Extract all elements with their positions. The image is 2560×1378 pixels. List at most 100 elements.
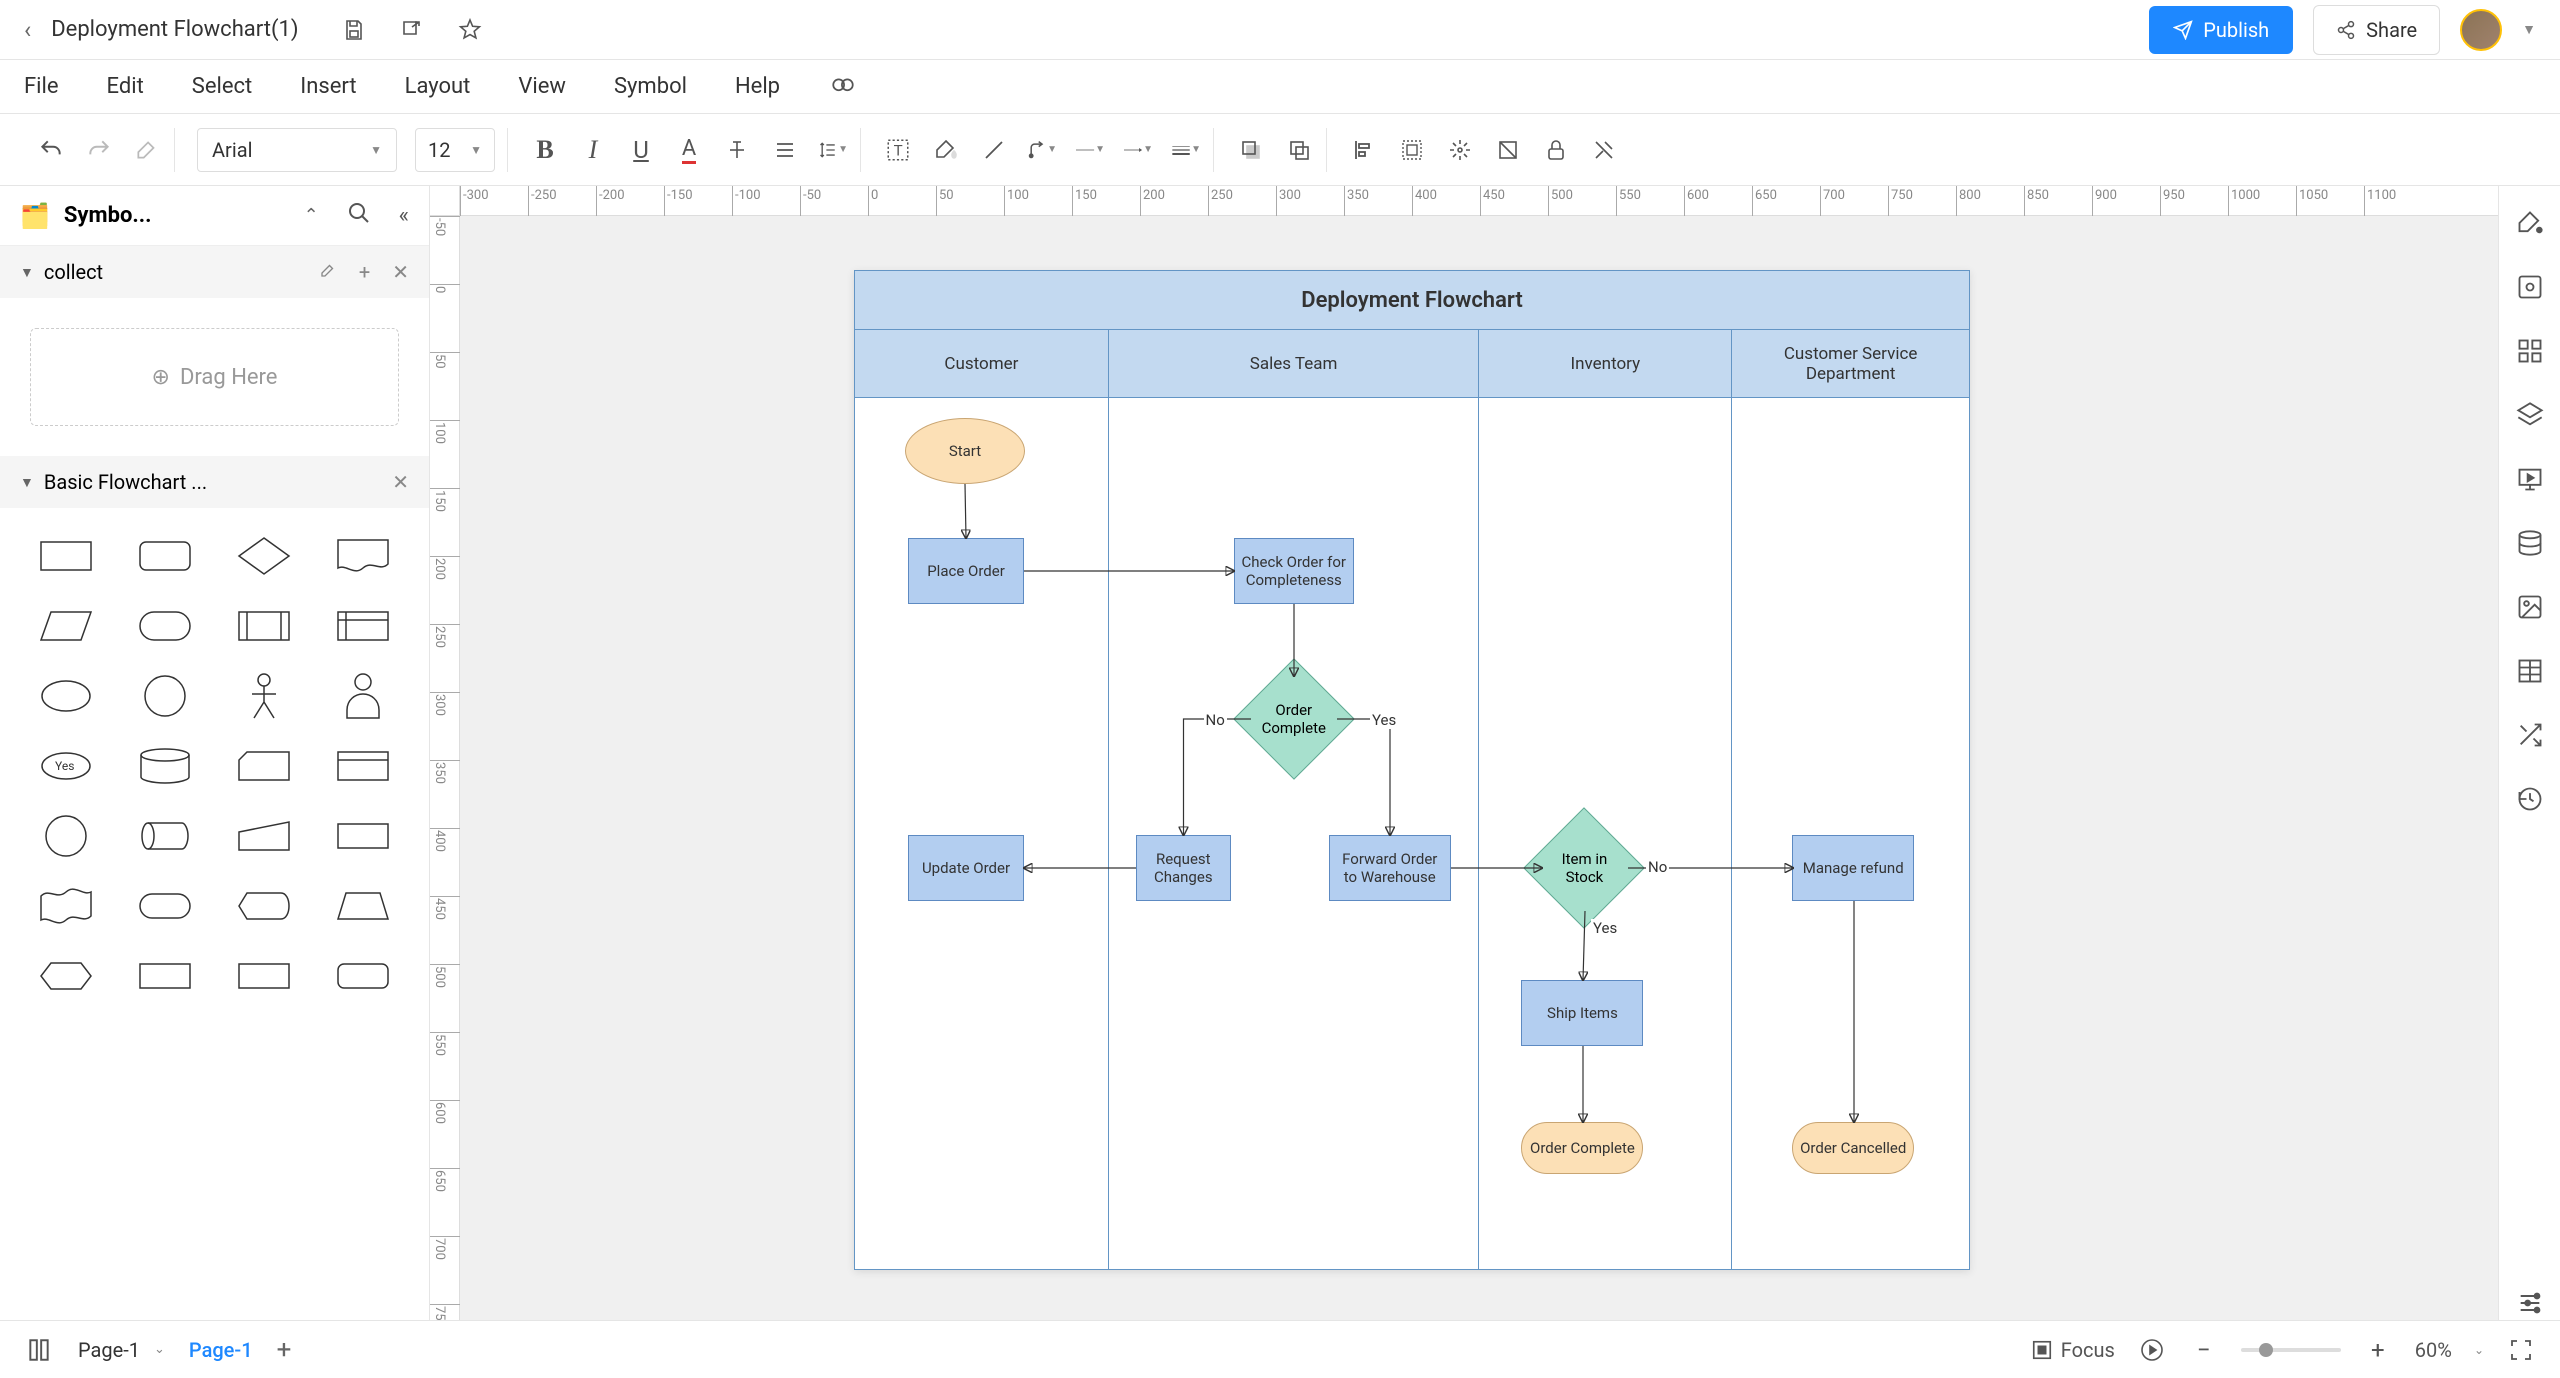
menu-layout[interactable]: Layout bbox=[405, 74, 471, 99]
shape-diamond[interactable] bbox=[222, 528, 307, 584]
line-spacing-icon[interactable]: ▼ bbox=[818, 135, 848, 165]
align-left-icon[interactable] bbox=[1349, 135, 1379, 165]
star-icon[interactable] bbox=[455, 15, 485, 45]
flowchart-node[interactable]: Item in Stock bbox=[1541, 825, 1627, 911]
menu-symbol[interactable]: Symbol bbox=[614, 74, 687, 99]
flowchart-node[interactable]: Request Changes bbox=[1136, 835, 1231, 901]
font-size-select[interactable]: 12▼ bbox=[415, 128, 495, 172]
flowchart-node[interactable]: Manage refund bbox=[1792, 835, 1914, 901]
lane-header[interactable]: Customer Service Department bbox=[1732, 330, 1970, 398]
avatar-menu-caret[interactable]: ▼ bbox=[2522, 21, 2536, 38]
shuffle-icon[interactable] bbox=[2513, 718, 2547, 752]
publish-button[interactable]: Publish bbox=[2149, 6, 2293, 54]
page-nav-icon[interactable] bbox=[24, 1335, 54, 1365]
zoom-out-icon[interactable]: − bbox=[2189, 1335, 2219, 1365]
shape-person[interactable] bbox=[320, 668, 405, 724]
shape-ellipse[interactable] bbox=[24, 668, 109, 724]
format-painter-icon[interactable] bbox=[132, 135, 162, 165]
flowchart-node[interactable]: Check Order for Completeness bbox=[1234, 538, 1354, 604]
flowchart-node[interactable]: Order Cancelled bbox=[1792, 1122, 1914, 1174]
flowchart-node[interactable]: Update Order bbox=[908, 835, 1024, 901]
line-style-icon[interactable]: ▼ bbox=[1075, 135, 1105, 165]
bold-icon[interactable]: B bbox=[530, 135, 560, 165]
lane-body[interactable]: StartPlace OrderUpdate Order bbox=[855, 398, 1109, 1269]
shape-rect4[interactable] bbox=[222, 948, 307, 1004]
add-section-icon[interactable]: + bbox=[359, 260, 370, 284]
menu-edit[interactable]: Edit bbox=[107, 74, 144, 99]
settings-list-icon[interactable] bbox=[2513, 1286, 2547, 1320]
shape-actor[interactable] bbox=[222, 668, 307, 724]
distribute-icon[interactable] bbox=[1445, 135, 1475, 165]
connector-icon[interactable]: ▼ bbox=[1027, 135, 1057, 165]
line-weight-icon[interactable]: ▼ bbox=[1171, 135, 1201, 165]
export-icon[interactable] bbox=[397, 15, 427, 45]
shape-header-rect[interactable] bbox=[320, 738, 405, 794]
flowchart-node[interactable]: Ship Items bbox=[1521, 980, 1643, 1046]
image-icon[interactable] bbox=[2513, 590, 2547, 624]
swimlane-container[interactable]: Deployment Flowchart CustomerSales TeamI… bbox=[854, 270, 1970, 1270]
back-button[interactable]: ‹ bbox=[24, 16, 31, 44]
crop-icon[interactable] bbox=[1493, 135, 1523, 165]
arrow-style-icon[interactable]: ▼ bbox=[1123, 135, 1153, 165]
edit-section-icon[interactable] bbox=[319, 260, 337, 284]
grid-icon[interactable] bbox=[2513, 334, 2547, 368]
zoom-in-icon[interactable]: + bbox=[2363, 1335, 2393, 1365]
collapse-panel-icon[interactable]: « bbox=[399, 203, 409, 228]
zoom-value[interactable]: 60% bbox=[2415, 1338, 2452, 1362]
add-page-button[interactable]: + bbox=[277, 1335, 292, 1365]
layers-icon[interactable] bbox=[2513, 398, 2547, 432]
chart-title[interactable]: Deployment Flowchart bbox=[854, 270, 1970, 330]
drag-target[interactable]: ⊕ Drag Here bbox=[30, 328, 399, 426]
shape-hexagon[interactable] bbox=[24, 948, 109, 1004]
lane-body[interactable]: Check Order for CompletenessOrder Comple… bbox=[1109, 398, 1480, 1269]
page[interactable]: Deployment Flowchart CustomerSales TeamI… bbox=[854, 270, 1970, 1270]
flowchart-node[interactable]: Forward Order to Warehouse bbox=[1329, 835, 1451, 901]
shape-card[interactable] bbox=[222, 738, 307, 794]
canvas[interactable]: Deployment Flowchart CustomerSales TeamI… bbox=[460, 216, 2498, 1320]
section-arrow-icon[interactable]: ▼ bbox=[20, 264, 34, 281]
shape-trapezoid[interactable] bbox=[320, 878, 405, 934]
presentation-icon[interactable] bbox=[2513, 462, 2547, 496]
history-icon[interactable] bbox=[2513, 782, 2547, 816]
properties-icon[interactable] bbox=[2513, 270, 2547, 304]
menu-help[interactable]: Help bbox=[735, 74, 780, 99]
horizontal-ruler[interactable]: -300-250-200-150-100-5005010015020025030… bbox=[460, 186, 2498, 216]
play-icon[interactable] bbox=[2137, 1335, 2167, 1365]
page-select[interactable]: Page-1⌄ bbox=[78, 1338, 165, 1362]
redo-icon[interactable] bbox=[84, 135, 114, 165]
table-icon[interactable] bbox=[2513, 654, 2547, 688]
lane-header[interactable]: Sales Team bbox=[1109, 330, 1480, 398]
focus-button[interactable]: Focus bbox=[2031, 1338, 2115, 1362]
tools-icon[interactable] bbox=[1589, 135, 1619, 165]
text-box-icon[interactable]: T bbox=[883, 135, 913, 165]
zoom-slider[interactable] bbox=[2241, 1348, 2341, 1352]
shape-rect2[interactable] bbox=[320, 808, 405, 864]
search-icon[interactable] bbox=[347, 201, 371, 231]
close-section-icon[interactable]: ✕ bbox=[392, 260, 409, 284]
avatar[interactable] bbox=[2460, 9, 2502, 51]
shape-roundrect2[interactable] bbox=[320, 948, 405, 1004]
shape-display[interactable] bbox=[222, 878, 307, 934]
line-color-icon[interactable] bbox=[979, 135, 1009, 165]
menu-file[interactable]: File bbox=[24, 74, 59, 99]
shape-cylinder[interactable] bbox=[123, 738, 208, 794]
shadow-icon[interactable] bbox=[1236, 135, 1266, 165]
align-icon[interactable] bbox=[770, 135, 800, 165]
shape-circle[interactable] bbox=[123, 668, 208, 724]
paint-bucket-icon[interactable] bbox=[2513, 206, 2547, 240]
underline-icon[interactable]: U bbox=[626, 135, 656, 165]
share-button[interactable]: Share bbox=[2313, 5, 2440, 55]
shape-capsule[interactable] bbox=[123, 878, 208, 934]
shape-tape[interactable] bbox=[24, 878, 109, 934]
lane-body[interactable]: Item in Stock Ship Items Order Complete bbox=[1479, 398, 1732, 1269]
menu-insert[interactable]: Insert bbox=[300, 74, 356, 99]
shape-roundrect[interactable] bbox=[123, 528, 208, 584]
flowchart-node[interactable]: Order Complete bbox=[1521, 1122, 1643, 1174]
font-select[interactable]: Arial▼ bbox=[197, 128, 397, 172]
strikethrough-icon[interactable] bbox=[722, 135, 752, 165]
shape-rect3[interactable] bbox=[123, 948, 208, 1004]
undo-icon[interactable] bbox=[36, 135, 66, 165]
shape-stadium[interactable] bbox=[123, 598, 208, 654]
shape-document[interactable] bbox=[320, 528, 405, 584]
database-icon[interactable] bbox=[2513, 526, 2547, 560]
